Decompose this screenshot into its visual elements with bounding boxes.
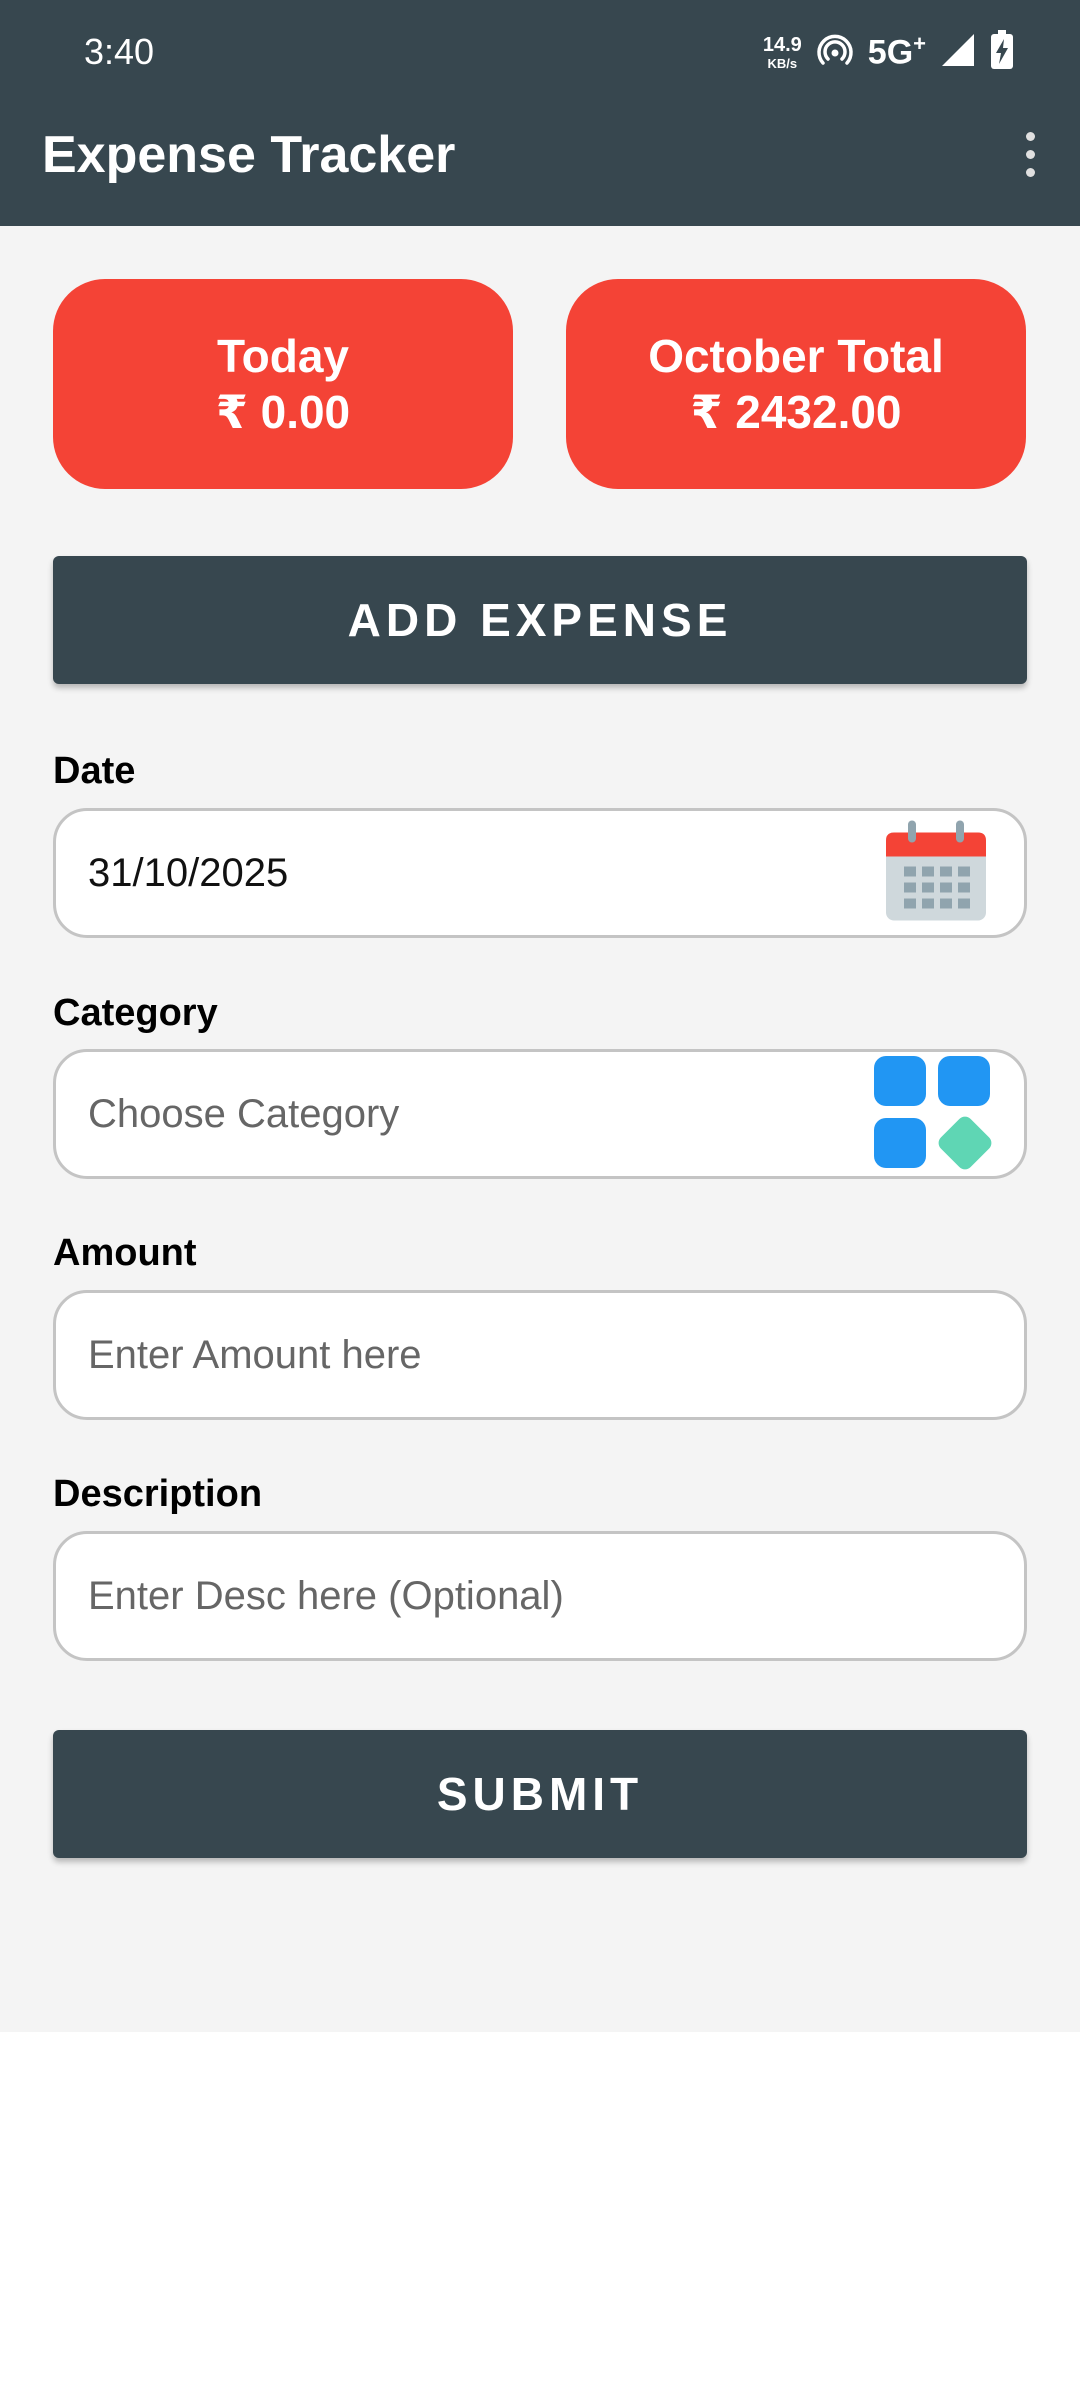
category-grid-icon[interactable]	[874, 1056, 994, 1172]
description-placeholder: Enter Desc here (Optional)	[88, 1573, 564, 1618]
network-type: 5G+	[868, 31, 926, 72]
category-placeholder: Choose Category	[88, 1091, 400, 1136]
more-vert-icon[interactable]	[1008, 124, 1052, 184]
battery-charging-icon	[990, 29, 1014, 75]
date-value: 31/10/2025	[88, 850, 289, 895]
today-summary-card: Today ₹ 0.00	[53, 279, 513, 489]
app-title: Expense Tracker	[42, 126, 456, 184]
main-content: Today ₹ 0.00 October Total ₹ 2432.00 ADD…	[0, 226, 1080, 2032]
net-speed-value: 14.9	[762, 33, 802, 56]
description-label: Description	[53, 1473, 263, 1515]
app-bar: 3:40 14.9 KB/s 5G+ Expense Tracker	[0, 0, 1080, 226]
net-speed: 14.9 KB/s	[763, 35, 802, 70]
signal-icon	[940, 32, 976, 73]
hotspot-icon	[816, 31, 854, 74]
amount-placeholder: Enter Amount here	[88, 1332, 422, 1377]
today-label: Today	[216, 330, 350, 382]
date-field[interactable]: 31/10/2025	[53, 808, 1027, 938]
date-label: Date	[53, 750, 136, 792]
status-time: 3:40	[84, 31, 155, 72]
amount-label: Amount	[53, 1232, 197, 1274]
status-icons: 14.9 KB/s 5G+	[763, 28, 1014, 76]
category-dropdown[interactable]: Choose Category	[53, 1049, 1027, 1179]
category-label: Category	[53, 992, 218, 1034]
network-label: 5G	[867, 33, 914, 72]
amount-input[interactable]: Enter Amount here	[53, 1290, 1027, 1420]
month-value: ₹ 2432.00	[690, 386, 902, 438]
network-plus: +	[913, 31, 926, 57]
today-value: ₹ 0.00	[215, 386, 351, 438]
add-expense-button[interactable]: ADD EXPENSE	[53, 556, 1027, 684]
submit-button[interactable]: SUBMIT	[53, 1730, 1027, 1858]
month-label: October Total	[648, 330, 944, 382]
month-summary-card: October Total ₹ 2432.00	[566, 279, 1026, 489]
net-speed-unit: KB/s	[767, 55, 798, 71]
description-input[interactable]: Enter Desc here (Optional)	[53, 1531, 1027, 1661]
calendar-icon[interactable]	[884, 819, 988, 928]
